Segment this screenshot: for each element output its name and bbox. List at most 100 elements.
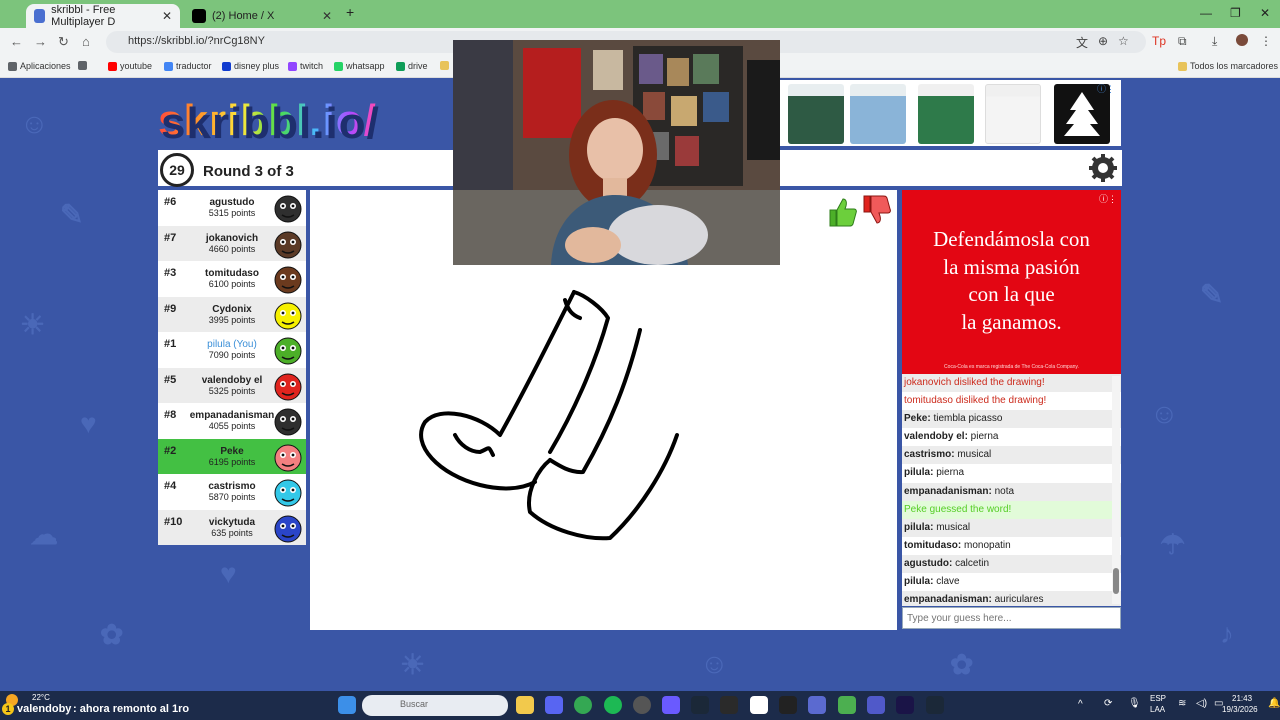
bookmark-star-icon[interactable]: ☆	[1118, 34, 1129, 48]
new-tab-button[interactable]: +	[346, 4, 354, 20]
zoom-icon[interactable]: ⊕	[1098, 34, 1108, 48]
grid-icon	[78, 61, 87, 70]
settings-gear-icon[interactable]	[1088, 153, 1118, 183]
chat-username: pilula:	[904, 467, 934, 479]
home-icon[interactable]: ⌂	[82, 34, 90, 49]
player-row[interactable]: #7 jokanovich 4660 points	[158, 225, 306, 261]
chat-scrollbar[interactable]	[1112, 376, 1120, 604]
bookmark-twitch[interactable]: twitch	[288, 61, 323, 71]
tray-app-icon[interactable]: ⟳	[1104, 698, 1112, 709]
chat-log: jokanovich disliked the drawing! tomituda…	[902, 374, 1121, 606]
all-bookmarks[interactable]: Todos los marcadores	[1178, 61, 1278, 71]
scrollbar-thumb[interactable]	[1113, 568, 1119, 594]
chat-username: agustudo:	[904, 557, 953, 569]
volume-icon[interactable]: ◁)	[1196, 698, 1207, 709]
player-rank: #6	[164, 196, 177, 208]
discord-icon[interactable]	[545, 696, 563, 714]
maximize-icon[interactable]: ❐	[1230, 6, 1241, 20]
spotify-icon[interactable]	[604, 696, 622, 714]
taskbar-search[interactable]: Buscar	[362, 695, 508, 716]
player-avatar	[274, 515, 302, 542]
player-row[interactable]: #1 pilula (You) 7090 points	[158, 332, 306, 368]
keyboard-layout[interactable]: LAA	[1150, 705, 1165, 714]
player-row[interactable]: #6 agustudo 5315 points	[158, 190, 306, 226]
tab-x-home[interactable]: (2) Home / X ✕	[184, 4, 340, 28]
forward-icon[interactable]: →	[34, 34, 47, 49]
extensions-puzzle-icon[interactable]: ⧉	[1178, 34, 1187, 49]
top-ad-banner[interactable]: ⓘ⋮	[780, 80, 1121, 146]
bookmark-drive[interactable]: drive	[396, 61, 428, 71]
doodle-icon: ☀	[400, 649, 426, 680]
download-icon[interactable]: ⤓	[1212, 34, 1217, 49]
player-row[interactable]: #8 empanadanisman 4055 points	[158, 403, 306, 439]
ad-product-image[interactable]	[985, 84, 1041, 144]
minimize-icon[interactable]: —	[1200, 6, 1212, 20]
thumbs-down-icon[interactable]	[860, 194, 892, 226]
ad-fine-print: Coca-Cola es marca registrada de The Coc…	[944, 364, 1079, 370]
bookmark-grid-icon[interactable]	[78, 61, 87, 70]
bookmark-apps[interactable]: Aplicaciones	[8, 61, 71, 71]
chat-message: Peke: tiembla picasso	[902, 410, 1121, 429]
ad-product-image[interactable]	[850, 84, 906, 144]
player-row[interactable]: #9 Cydonix 3995 points	[158, 296, 306, 332]
back-icon[interactable]: ←	[10, 34, 23, 49]
bookmark-disney[interactable]: disney plus	[222, 61, 279, 71]
teams-icon[interactable]	[867, 696, 885, 714]
chat-text: pierna	[967, 431, 999, 443]
bookmark-folder[interactable]	[440, 61, 449, 70]
steam-icon[interactable]	[691, 696, 709, 714]
player-rank: #2	[164, 444, 177, 457]
clock-date[interactable]: 19/3/2026	[1222, 705, 1258, 714]
ad-product-image[interactable]	[918, 84, 974, 144]
bookmark-traductor[interactable]: traductor	[164, 61, 212, 71]
thumbs-up-icon[interactable]	[826, 196, 858, 228]
extension-icon[interactable]: Tp	[1152, 34, 1166, 48]
chat-message: pilula: clave	[902, 573, 1121, 591]
chat-text: calcetin	[952, 557, 990, 569]
steam-icon[interactable]	[926, 696, 944, 714]
player-avatar	[274, 479, 302, 507]
ad-product-image[interactable]	[788, 84, 844, 144]
app-icon[interactable]	[750, 696, 768, 714]
wifi-icon[interactable]: ≋	[1178, 698, 1186, 709]
close-tab-icon[interactable]: ✕	[162, 9, 172, 23]
app-icon[interactable]	[720, 696, 738, 714]
ad-info-icon[interactable]: ⓘ⋮	[1097, 82, 1115, 95]
chrome-icon[interactable]	[574, 696, 592, 714]
windows-start-icon[interactable]	[338, 696, 356, 714]
player-row[interactable]: #10 vickytuda 635 points	[158, 509, 306, 545]
player-points: 5325 points	[208, 385, 256, 396]
player-row[interactable]: #3 tomitudaso 6100 points	[158, 261, 306, 297]
tray-chevron-icon[interactable]: ^	[1078, 699, 1083, 710]
app-icon[interactable]	[662, 696, 680, 714]
premiere-icon[interactable]	[896, 696, 914, 714]
guess-input[interactable]	[902, 607, 1121, 629]
file-explorer-icon[interactable]	[516, 696, 534, 714]
player-row[interactable]: #4 castrismo 5870 points	[158, 474, 306, 510]
side-ad-banner[interactable]: ⓘ⋮ Defendámosla con la misma pasión con …	[902, 190, 1121, 374]
app-icon[interactable]	[808, 696, 826, 714]
player-rank: #7	[164, 231, 177, 244]
ad-info-icon[interactable]: ⓘ⋮	[1099, 192, 1117, 205]
language-code[interactable]: ESP	[1150, 694, 1166, 703]
profile-avatar[interactable]	[1236, 34, 1248, 46]
close-tab-icon[interactable]: ✕	[322, 9, 332, 23]
obs-icon[interactable]	[633, 696, 651, 714]
chat-text: monopatin	[961, 539, 1011, 551]
bookmark-whatsapp[interactable]: whatsapp	[334, 61, 385, 71]
notion-icon[interactable]	[779, 696, 797, 714]
translate-icon[interactable]: 文	[1076, 34, 1088, 51]
close-window-icon[interactable]: ✕	[1260, 6, 1270, 20]
microphone-icon[interactable]: 🎙	[1128, 698, 1141, 709]
reload-icon[interactable]: ↻	[58, 34, 69, 50]
menu-icon[interactable]: ⋮	[1260, 34, 1272, 48]
app-icon[interactable]	[838, 696, 856, 714]
tab-skribbl[interactable]: skribbl - Free Multiplayer D ✕	[26, 4, 180, 28]
notifications-bell-icon[interactable]: 🔔	[1268, 698, 1280, 709]
clock-time[interactable]: 21:43	[1232, 694, 1252, 703]
player-rank: #8	[164, 409, 177, 421]
player-row[interactable]: #2 Peke 6195 points	[158, 438, 306, 474]
drive-icon	[396, 61, 405, 71]
bookmark-youtube[interactable]: youtube	[108, 61, 152, 71]
player-row[interactable]: #5 valendoby el 5325 points	[158, 367, 306, 403]
